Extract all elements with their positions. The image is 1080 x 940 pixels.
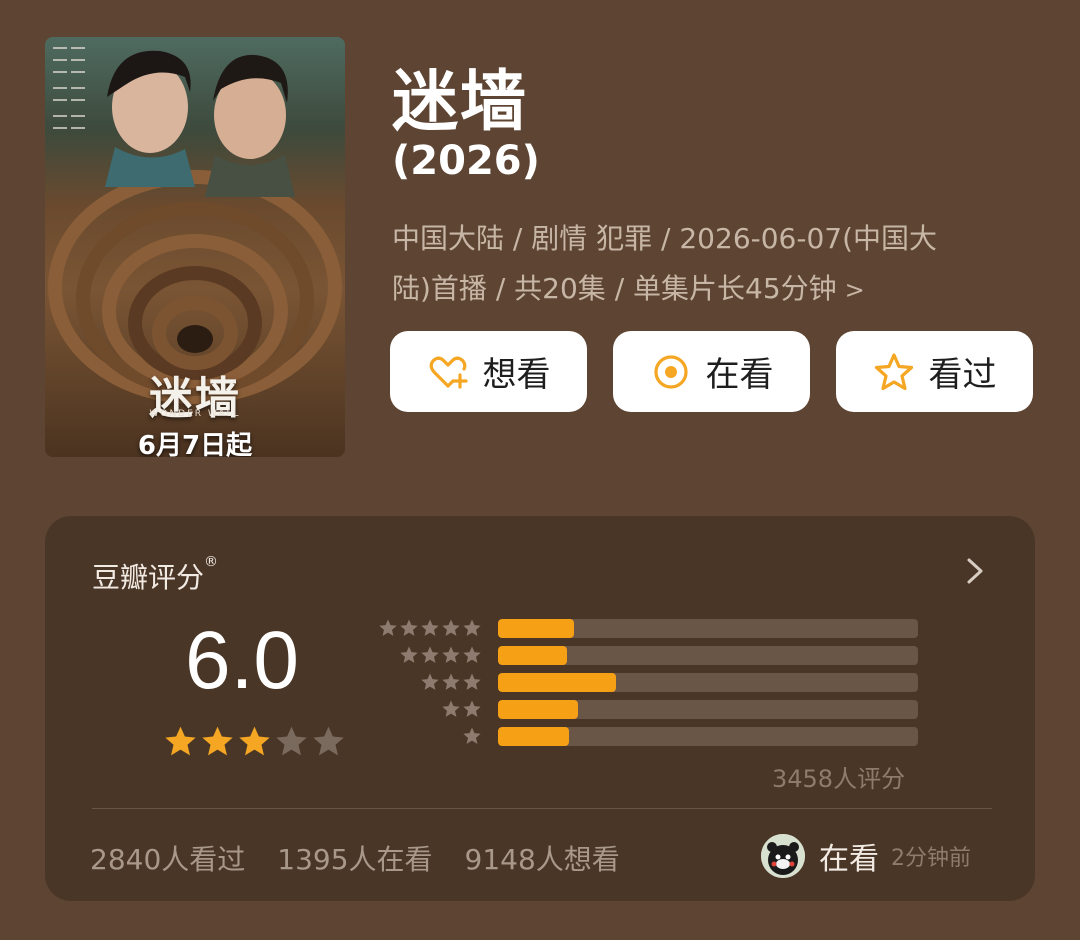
stats-row: 2840人看过 1395人在看 9148人想看 — [90, 838, 620, 878]
watched-button[interactable]: 看过 — [836, 331, 1033, 412]
star-empty-icon — [311, 724, 346, 759]
recent-activity[interactable]: 在看 2分钟前 — [761, 831, 971, 881]
rating-title: 豆瓣评分® — [92, 554, 219, 596]
rating-bar-track — [498, 646, 918, 665]
star-small-icon — [399, 618, 419, 638]
recent-time: 2分钟前 — [891, 846, 971, 871]
bear-avatar-icon — [761, 834, 805, 878]
rating-bar-track — [498, 673, 918, 692]
rating-bar-fill — [498, 619, 574, 638]
star-small-icon — [462, 672, 482, 692]
rating-title-text: 豆瓣评分 — [92, 561, 205, 594]
star-filled-icon — [237, 724, 272, 759]
page-title: 迷墙 — [392, 63, 528, 140]
star-small-icon — [420, 618, 440, 638]
chevron-right-icon[interactable] — [963, 554, 987, 588]
want-button[interactable]: 想看 — [390, 331, 587, 412]
star-empty-icon — [274, 724, 309, 759]
star-small-icon — [420, 672, 440, 692]
recent-status: 在看 — [819, 842, 879, 877]
want-label: 想看 — [482, 355, 551, 395]
row-stars — [420, 672, 482, 692]
row-stars — [378, 618, 482, 638]
star-small-icon — [462, 699, 482, 719]
registered-mark: ® — [204, 554, 219, 570]
target-icon — [653, 354, 688, 389]
rating-bar-track — [498, 727, 918, 746]
want-count[interactable]: 9148人想看 — [465, 838, 620, 878]
score-stars — [163, 724, 346, 759]
star-filled-icon — [200, 724, 235, 759]
star-small-icon — [462, 618, 482, 638]
star-filled-icon — [163, 724, 198, 759]
rating-row-5-star — [375, 618, 920, 638]
rating-card[interactable]: 豆瓣评分® 6.0 3458人评分 2840人看过 1395人在看 9148人想… — [45, 516, 1035, 901]
star-small-icon — [378, 618, 398, 638]
watched-label: 看过 — [928, 355, 997, 395]
poster-image[interactable]: 迷墙 WONDER WALL 6月7日起 — [45, 37, 345, 457]
meta-line-2: 陆)首播 / 共20集 / 单集片长45分钟 — [392, 272, 837, 305]
poster-subtitle: WONDER WALL — [149, 409, 241, 419]
rating-row-3-star — [375, 672, 920, 692]
divider — [92, 808, 992, 809]
star-small-icon — [462, 726, 482, 746]
star-small-icon — [462, 645, 482, 665]
chevron-right-icon: > — [844, 276, 865, 304]
info-link[interactable]: 中国大陆 / 剧情 犯罪 / 2026-06-07(中国大 陆)首播 / 共20… — [392, 214, 1032, 315]
rating-row-4-star — [375, 645, 920, 665]
star-small-icon — [441, 645, 461, 665]
rating-row-1-star — [375, 726, 920, 746]
rating-score: 6.0 — [185, 615, 299, 706]
row-stars — [462, 726, 482, 746]
star-small-icon — [441, 699, 461, 719]
star-small-icon — [420, 645, 440, 665]
rating-row-2-star — [375, 699, 920, 719]
row-stars — [399, 645, 482, 665]
poster-date: 6月7日起 — [137, 431, 253, 457]
rating-bar-fill — [498, 673, 616, 692]
rating-bar-fill — [498, 646, 568, 665]
star-small-icon — [399, 645, 419, 665]
watching-button[interactable]: 在看 — [613, 331, 810, 412]
rating-count: 3458人评分 — [772, 765, 906, 793]
row-stars — [441, 699, 482, 719]
watched-count[interactable]: 2840人看过 — [90, 838, 245, 878]
star-small-icon — [441, 618, 461, 638]
rating-bar-fill — [498, 700, 578, 719]
release-year: (2026) — [392, 138, 540, 184]
rating-bar-fill — [498, 727, 570, 746]
star-outline-icon — [874, 352, 913, 390]
avatar — [761, 834, 805, 878]
watching-count[interactable]: 1395人在看 — [277, 838, 432, 878]
rating-bar-track — [498, 700, 918, 719]
watching-label: 在看 — [705, 355, 774, 395]
rating-bar-track — [498, 619, 918, 638]
star-small-icon — [441, 672, 461, 692]
meta-line-1: 中国大陆 / 剧情 犯罪 / 2026-06-07(中国大 — [392, 222, 938, 255]
heart-plus-icon — [429, 356, 468, 389]
